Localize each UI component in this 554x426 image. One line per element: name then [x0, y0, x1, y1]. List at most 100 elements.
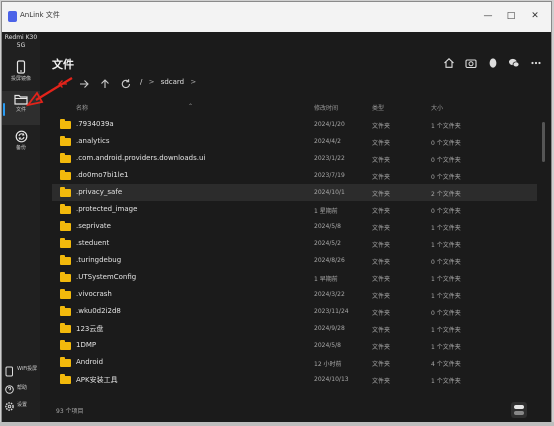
toggle-off-icon — [514, 411, 524, 415]
column-modified[interactable]: 修改时间 — [314, 103, 338, 112]
wifi-phone-icon — [5, 366, 13, 377]
file-name: .com.android.providers.downloads.ui — [76, 154, 206, 162]
home-icon[interactable] — [443, 57, 455, 69]
sidebar-bottom-label: 帮助 — [17, 385, 28, 391]
file-name: .do0mo7bi1le1 — [76, 171, 129, 179]
toggle-on-icon — [514, 405, 524, 409]
column-type[interactable]: 类型 — [372, 103, 384, 112]
file-row[interactable]: .privacy_safe 2024/10/1 文件夹 2 个文件夹 — [52, 184, 537, 201]
file-type: 文件夹 — [372, 327, 391, 334]
file-type: 文件夹 — [372, 157, 391, 164]
folder-icon — [60, 136, 71, 146]
file-size: 0 个文件夹 — [431, 140, 461, 147]
file-modified: 1 早期前 — [314, 276, 338, 283]
sidebar-item-backup[interactable]: 备份 — [2, 128, 40, 162]
title-bar: AnLink 文件 — □ ✕ — [2, 2, 551, 33]
file-name: .privacy_safe — [76, 188, 123, 196]
file-name: .UTSystemConfig — [76, 273, 137, 281]
file-row[interactable]: .protected_image 1 星期前 文件夹 0 个文件夹 — [52, 201, 537, 218]
wechat-icon[interactable] — [508, 57, 520, 69]
sidebar-item-label: 备份 — [15, 145, 26, 151]
folder-icon — [60, 340, 71, 350]
sidebar-item-settings[interactable]: 设置 — [5, 400, 39, 414]
sidebar-bottom-label: 设置 — [17, 402, 28, 408]
close-button[interactable]: ✕ — [525, 8, 545, 24]
folder-icon — [60, 357, 71, 367]
desktop-background — [0, 422, 554, 426]
file-type: 文件夹 — [372, 361, 391, 368]
item-count: 93 个项目 — [56, 408, 84, 415]
file-modified: 2024/5/2 — [314, 240, 341, 247]
up-arrow-icon[interactable] — [99, 78, 111, 90]
refresh-icon[interactable] — [120, 78, 132, 90]
file-row[interactable]: .turingdebug 2024/8/26 文件夹 0 个文件夹 — [52, 252, 537, 269]
file-modified: 2024/9/28 — [314, 325, 345, 332]
file-type: 文件夹 — [372, 242, 391, 249]
file-name: Android — [76, 358, 104, 366]
file-type: 文件夹 — [372, 276, 391, 283]
column-header: ⌃ 名称 修改时间 类型 大小 — [40, 100, 551, 114]
file-row[interactable]: .analytics 2024/4/2 文件夹 0 个文件夹 — [52, 133, 537, 150]
file-name: .turingdebug — [76, 256, 122, 264]
folder-icon — [60, 255, 71, 265]
more-icon[interactable] — [530, 57, 542, 69]
sidebar-item-wifi-mirror[interactable]: WiFi投屏 — [5, 364, 39, 382]
file-type: 文件夹 — [372, 310, 391, 317]
breadcrumb-separator: > — [148, 78, 155, 86]
folder-icon — [60, 204, 71, 214]
file-row[interactable]: .7934039a 2024/1/20 文件夹 1 个文件夹 — [52, 116, 537, 133]
folder-icon — [60, 272, 71, 282]
file-list: .7934039a 2024/1/20 文件夹 1 个文件夹 .analytics 202… — [52, 116, 537, 388]
status-bar: 93 个项目 — [40, 397, 551, 423]
file-row[interactable]: APK安装工具 2024/10/13 文件夹 1 个文件夹 — [52, 371, 537, 388]
file-size: 2 个文件夹 — [431, 191, 461, 198]
folder-icon — [60, 289, 71, 299]
folder-icon — [60, 323, 71, 333]
file-size: 1 个文件夹 — [431, 327, 461, 334]
breadcrumb-sdcard[interactable]: sdcard — [161, 78, 184, 86]
file-row[interactable]: .UTSystemConfig 1 早期前 文件夹 1 个文件夹 — [52, 269, 537, 286]
file-name: APK安装工具 — [76, 376, 118, 384]
minimize-button[interactable]: — — [478, 8, 498, 24]
file-modified: 2024/3/22 — [314, 291, 345, 298]
navigation-bar: / > sdcard > — [40, 76, 551, 92]
folder-icon — [60, 238, 71, 248]
camera-icon[interactable] — [465, 57, 477, 69]
help-icon — [5, 385, 14, 394]
scrollbar[interactable] — [542, 122, 545, 162]
column-size[interactable]: 大小 — [431, 103, 443, 112]
file-name: .seprivate — [76, 222, 111, 230]
file-type: 文件夹 — [372, 191, 391, 198]
file-row[interactable]: .steduent 2024/5/2 文件夹 1 个文件夹 — [52, 235, 537, 252]
file-type: 文件夹 — [372, 174, 391, 181]
qq-icon[interactable] — [487, 57, 499, 69]
file-row[interactable]: Android 12 小时前 文件夹 4 个文件夹 — [52, 354, 537, 371]
file-modified: 2024/5/8 — [314, 223, 341, 230]
file-row[interactable]: .vivocrash 2024/3/22 文件夹 1 个文件夹 — [52, 286, 537, 303]
file-modified: 1 星期前 — [314, 208, 338, 215]
gear-icon — [5, 402, 14, 411]
file-size: 1 个文件夹 — [431, 378, 461, 385]
file-row[interactable]: 1DMP 2024/5/8 文件夹 1 个文件夹 — [52, 337, 537, 354]
file-row[interactable]: 123云盘 2024/9/28 文件夹 1 个文件夹 — [52, 320, 537, 337]
file-size: 1 个文件夹 — [431, 293, 461, 300]
file-name: .steduent — [76, 239, 110, 247]
view-toggle-button[interactable] — [511, 402, 527, 418]
folder-icon — [60, 306, 71, 316]
sidebar-item-help[interactable]: 帮助 — [5, 383, 39, 397]
file-name: .analytics — [76, 137, 110, 145]
file-row[interactable]: .do0mo7bi1le1 2023/7/19 文件夹 0 个文件夹 — [52, 167, 537, 184]
file-row[interactable]: .seprivate 2024/5/8 文件夹 1 个文件夹 — [52, 218, 537, 235]
maximize-button[interactable]: □ — [501, 8, 521, 24]
file-modified: 2024/1/20 — [314, 121, 345, 128]
sync-icon — [15, 130, 27, 143]
file-name: .vivocrash — [76, 290, 112, 298]
file-size: 0 个文件夹 — [431, 208, 461, 215]
file-modified: 2024/8/26 — [314, 257, 345, 264]
breadcrumb-root[interactable]: / — [140, 78, 142, 86]
file-row[interactable]: .com.android.providers.downloads.ui 2023/… — [52, 150, 537, 167]
file-type: 文件夹 — [372, 225, 391, 232]
file-row[interactable]: .wku0d2i2d8 2023/11/24 文件夹 0 个文件夹 — [52, 303, 537, 320]
file-name: 1DMP — [76, 341, 97, 349]
file-size: 1 个文件夹 — [431, 344, 461, 351]
